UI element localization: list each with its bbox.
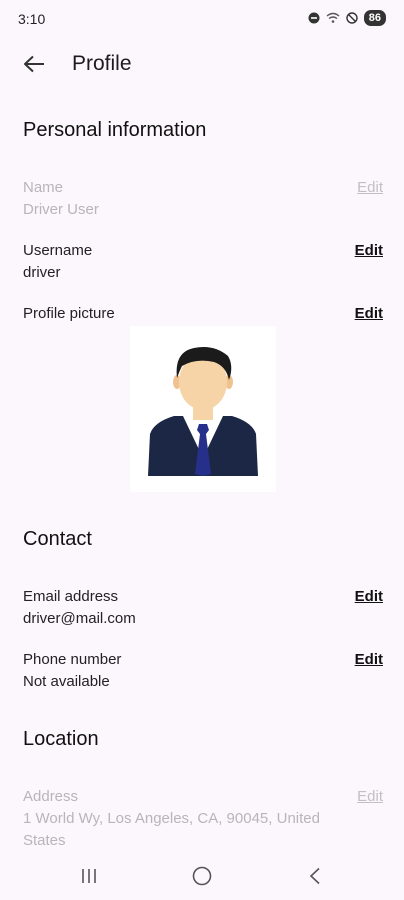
address-value: 1 World Wy, Los Angeles, CA, 90045, Unit… xyxy=(23,810,320,849)
section-location: Location xyxy=(23,728,99,750)
phone-row: Phone number Not available Edit xyxy=(23,649,383,693)
back-arrow-icon xyxy=(24,55,44,73)
status-icons: 86 xyxy=(308,10,386,26)
email-value: driver@mail.com xyxy=(23,610,136,627)
username-row: Username driver Edit xyxy=(23,240,383,284)
address-row: Address 1 World Wy, Los Angeles, CA, 900… xyxy=(23,786,383,852)
wifi-icon xyxy=(326,12,340,23)
section-personal-information: Personal information xyxy=(23,119,207,141)
profile-picture-label: Profile picture xyxy=(23,305,115,322)
avatar-illustration xyxy=(148,347,258,476)
name-label: Name xyxy=(23,179,64,196)
email-row: Email address driver@mail.com Edit xyxy=(23,586,383,630)
edit-email-link[interactable]: Edit xyxy=(355,586,383,608)
status-time: 3:10 xyxy=(18,11,46,27)
app-bar: Profile xyxy=(0,38,404,90)
edit-name-link[interactable]: Edit xyxy=(357,177,383,199)
profile-picture-row: Profile picture Edit xyxy=(23,303,383,325)
status-bar: 3:10 86 xyxy=(0,0,404,38)
name-value: Driver User xyxy=(23,201,99,218)
nav-back-icon xyxy=(309,867,320,885)
nav-back-button[interactable] xyxy=(300,862,330,890)
name-row: Name Driver User Edit xyxy=(23,177,383,221)
block-icon xyxy=(346,12,358,24)
dnd-icon xyxy=(308,12,320,24)
username-value: driver xyxy=(23,264,61,281)
battery-indicator: 86 xyxy=(363,10,386,26)
phone-value: Not available xyxy=(23,673,110,690)
edit-profile-picture-link[interactable]: Edit xyxy=(355,303,383,325)
recent-apps-button[interactable] xyxy=(74,862,104,890)
system-nav-bar xyxy=(0,852,404,900)
home-icon xyxy=(192,866,212,886)
address-label: Address xyxy=(23,788,79,805)
email-label: Email address xyxy=(23,588,119,605)
section-contact: Contact xyxy=(23,528,92,550)
home-button[interactable] xyxy=(187,862,217,890)
username-label: Username xyxy=(23,242,93,259)
edit-username-link[interactable]: Edit xyxy=(355,240,383,262)
back-button[interactable] xyxy=(16,46,52,82)
page-title: Profile xyxy=(72,52,132,75)
edit-address-link[interactable]: Edit xyxy=(357,786,383,808)
avatar xyxy=(130,326,276,492)
recent-apps-icon xyxy=(82,869,96,883)
edit-phone-link[interactable]: Edit xyxy=(355,649,383,671)
phone-label: Phone number xyxy=(23,651,122,668)
